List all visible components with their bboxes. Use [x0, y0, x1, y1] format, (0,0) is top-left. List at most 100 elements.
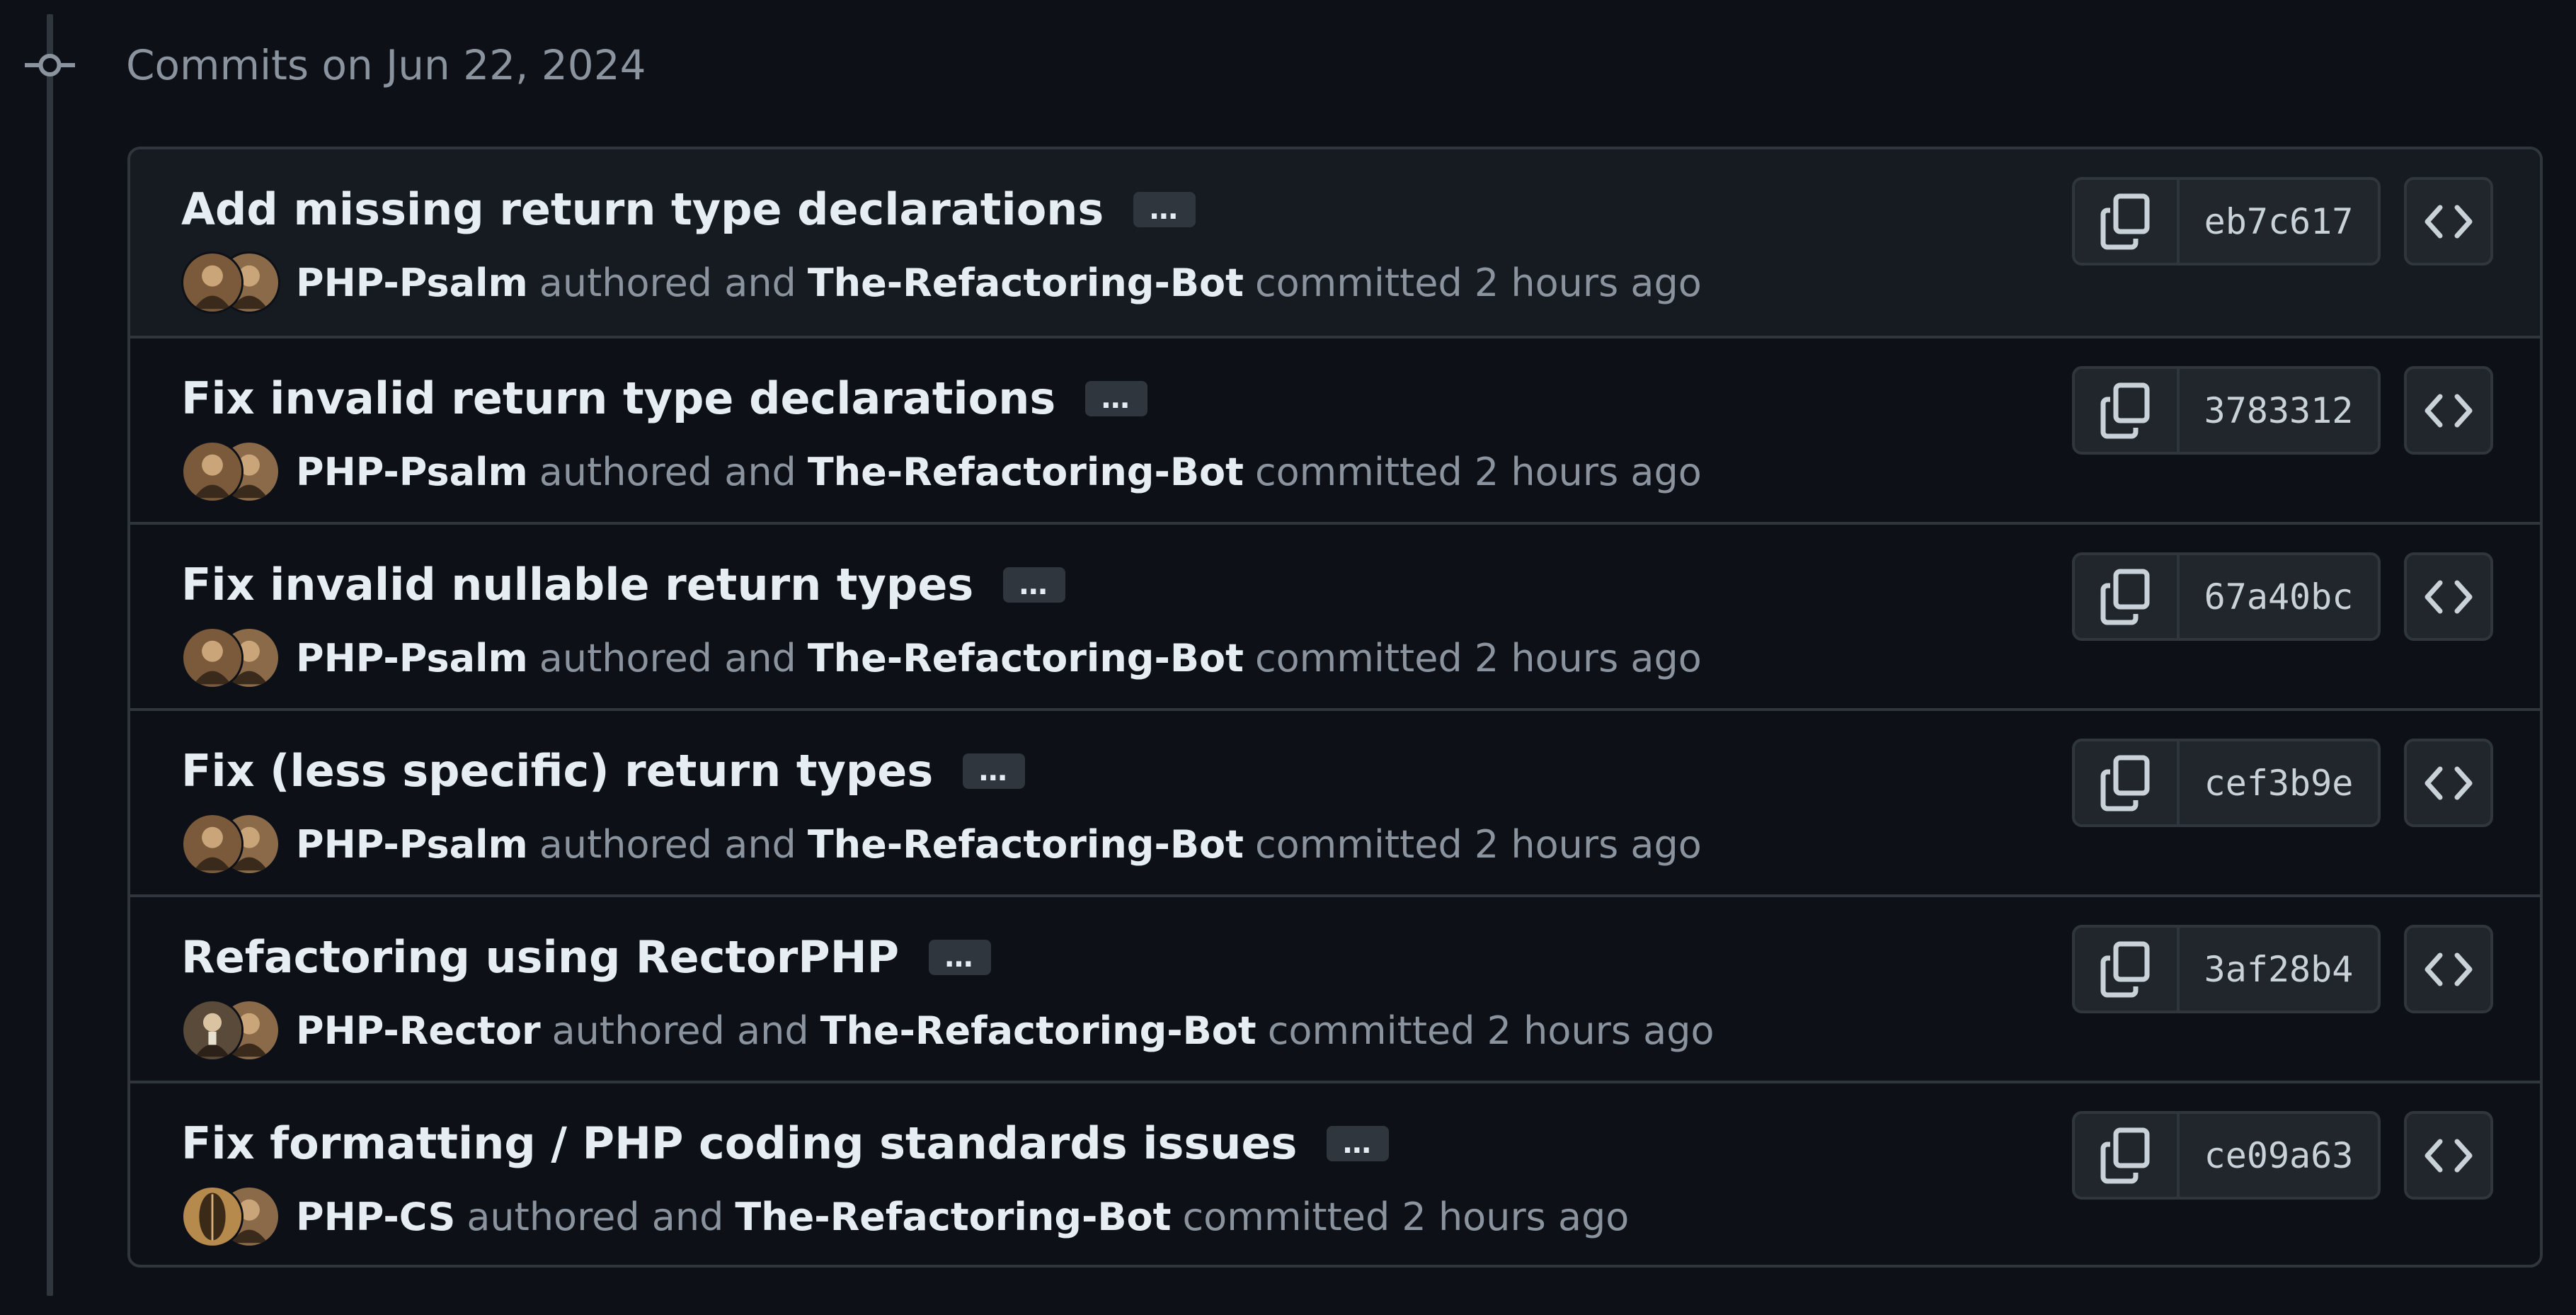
code-icon [2425, 580, 2473, 613]
committer-link[interactable]: The-Refactoring-Bot [820, 1008, 1256, 1053]
committer-link[interactable]: The-Refactoring-Bot [808, 822, 1244, 867]
copy-sha-button[interactable] [2075, 555, 2180, 638]
committer-link[interactable]: The-Refactoring-Bot [735, 1195, 1171, 1239]
commit-title-line: Fix invalid return type declarations … [181, 368, 1148, 429]
committed-time: committed 2 hours ago [1267, 1008, 1715, 1053]
browse-repository-button[interactable] [2404, 925, 2493, 1013]
commit-sha-link[interactable]: cef3b9e [2180, 741, 2378, 824]
copy-sha-button[interactable] [2075, 369, 2180, 452]
authored-text: authored and [539, 260, 796, 305]
author-link[interactable]: PHP-CS [296, 1195, 455, 1239]
author-avatar[interactable] [181, 251, 244, 314]
commit-meta: PHP-CS authored and The-Refactoring-Bot … [181, 1183, 1629, 1251]
author-avatar[interactable] [181, 1185, 244, 1248]
author-link[interactable]: PHP-Psalm [296, 636, 528, 681]
copy-icon [2100, 193, 2150, 249]
committed-time: committed 2 hours ago [1182, 1194, 1630, 1239]
code-icon [2425, 1139, 2473, 1172]
copy-sha-button[interactable] [2075, 1114, 2180, 1197]
browse-repository-button[interactable] [2404, 739, 2493, 827]
commit-sha-link[interactable]: 67a40bc [2180, 555, 2378, 638]
copy-icon [2100, 755, 2150, 811]
avatar-stack [181, 624, 280, 692]
expand-description-button[interactable]: … [963, 753, 1026, 789]
avatar-stack [181, 810, 280, 878]
avatar-stack [181, 249, 280, 317]
commit-sha-link[interactable]: 3783312 [2180, 369, 2378, 452]
commit-meta: PHP-Psalm authored and The-Refactoring-B… [181, 249, 1702, 317]
commit-meta: PHP-Psalm authored and The-Refactoring-B… [181, 624, 1702, 692]
commit-row: Fix formatting / PHP coding standards is… [130, 1081, 2540, 1265]
commit-title-line: Add missing return type declarations … [181, 179, 1196, 240]
committed-time: committed 2 hours ago [1254, 449, 1702, 494]
commit-title-line: Fix invalid nullable return types … [181, 554, 1066, 615]
commit-message[interactable]: Fix invalid nullable return types [181, 554, 973, 615]
timeline-rail [47, 14, 53, 1296]
browse-repository-button[interactable] [2404, 552, 2493, 641]
author-avatar[interactable] [181, 999, 244, 1061]
author-avatar[interactable] [181, 627, 244, 689]
committed-time: committed 2 hours ago [1254, 635, 1702, 681]
authored-text: authored and [551, 1008, 809, 1053]
committer-link[interactable]: The-Refactoring-Bot [808, 636, 1244, 681]
commit-sha-group: cef3b9e [2072, 739, 2381, 827]
commit-title-line: Refactoring using RectorPHP … [181, 927, 992, 988]
commit-title-line: Fix formatting / PHP coding standards is… [181, 1113, 1390, 1174]
commit-title-line: Fix (less specific) return types … [181, 741, 1026, 802]
commit-row: Refactoring using RectorPHP … PHP-Rector… [130, 894, 2540, 1081]
commit-history-page: Commits on Jun 22, 2024 Add missing retu… [0, 0, 2576, 1315]
commit-message[interactable]: Refactoring using RectorPHP [181, 927, 899, 988]
committed-time: committed 2 hours ago [1254, 821, 1702, 867]
author-link[interactable]: PHP-Psalm [296, 822, 528, 867]
committed-time: committed 2 hours ago [1254, 260, 1702, 305]
commit-message[interactable]: Fix invalid return type declarations [181, 368, 1055, 429]
commit-message[interactable]: Fix (less specific) return types [181, 741, 933, 802]
commit-meta: PHP-Psalm authored and The-Refactoring-B… [181, 810, 1702, 878]
copy-sha-button[interactable] [2075, 180, 2180, 263]
author-link[interactable]: PHP-Psalm [296, 261, 528, 305]
commit-row: Fix invalid nullable return types … PHP-… [130, 522, 2540, 708]
expand-description-button[interactable]: … [1085, 381, 1148, 416]
copy-icon [2100, 1127, 2150, 1183]
avatar-stack [181, 996, 280, 1064]
authored-text: authored and [539, 821, 796, 867]
code-icon [2425, 205, 2473, 238]
copy-sha-button[interactable] [2075, 928, 2180, 1011]
commit-message[interactable]: Fix formatting / PHP coding standards is… [181, 1113, 1297, 1174]
commit-row: Add missing return type declarations … P… [130, 149, 2540, 336]
expand-description-button[interactable]: … [1327, 1126, 1390, 1161]
author-link[interactable]: PHP-Rector [296, 1008, 541, 1053]
browse-repository-button[interactable] [2404, 366, 2493, 455]
author-avatar[interactable] [181, 440, 244, 503]
commit-sha-group: 3783312 [2072, 366, 2381, 455]
browse-repository-button[interactable] [2404, 1111, 2493, 1200]
avatar-stack [181, 438, 280, 506]
commit-sha-link[interactable]: eb7c617 [2180, 180, 2378, 263]
commit-row: Fix (less specific) return types … PHP-P… [130, 708, 2540, 894]
authored-text: authored and [539, 449, 796, 494]
copy-icon [2100, 382, 2150, 438]
commit-sha-group: 3af28b4 [2072, 925, 2381, 1013]
committer-link[interactable]: The-Refactoring-Bot [808, 450, 1244, 494]
authored-text: authored and [466, 1194, 724, 1239]
commit-sha-link[interactable]: ce09a63 [2180, 1114, 2378, 1197]
commit-list: Add missing return type declarations … P… [127, 147, 2543, 1268]
copy-sha-button[interactable] [2075, 741, 2180, 824]
commit-sha-link[interactable]: 3af28b4 [2180, 928, 2378, 1011]
authored-text: authored and [539, 635, 796, 681]
code-icon [2425, 952, 2473, 986]
commit-sha-group: eb7c617 [2072, 177, 2381, 266]
author-link[interactable]: PHP-Psalm [296, 450, 528, 494]
expand-description-button[interactable]: … [1133, 192, 1196, 227]
commit-row: Fix invalid return type declarations … P… [130, 336, 2540, 522]
commit-message[interactable]: Add missing return type declarations [181, 179, 1104, 240]
commit-group-heading: Commits on Jun 22, 2024 [126, 41, 646, 89]
expand-description-button[interactable]: … [1003, 567, 1066, 603]
committer-link[interactable]: The-Refactoring-Bot [808, 261, 1244, 305]
copy-icon [2100, 941, 2150, 997]
expand-description-button[interactable]: … [929, 940, 992, 975]
browse-repository-button[interactable] [2404, 177, 2493, 266]
commit-sha-group: 67a40bc [2072, 552, 2381, 641]
author-avatar[interactable] [181, 813, 244, 875]
commit-sha-group: ce09a63 [2072, 1111, 2381, 1200]
